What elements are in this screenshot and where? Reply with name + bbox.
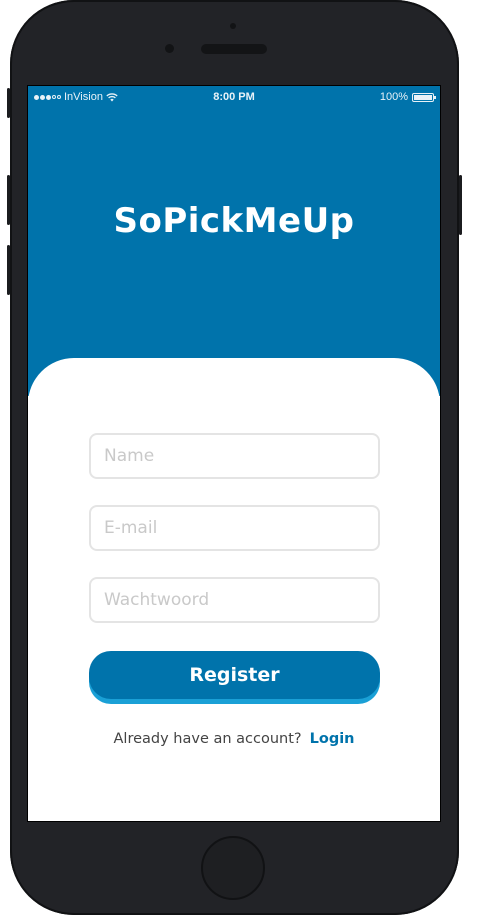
status-time: 8:00 PM bbox=[213, 91, 255, 103]
earpiece-speaker bbox=[201, 44, 267, 54]
volume-up-button bbox=[7, 175, 10, 225]
home-button[interactable] bbox=[201, 836, 265, 900]
power-button bbox=[459, 175, 462, 235]
login-prompt-row: Already have an account? Login bbox=[28, 731, 440, 747]
status-bar: InVision 8:00 PM 100% bbox=[28, 86, 440, 108]
name-input[interactable] bbox=[89, 433, 380, 479]
login-prompt-text: Already have an account? bbox=[113, 731, 302, 747]
mute-switch bbox=[7, 88, 10, 118]
password-input[interactable] bbox=[89, 577, 380, 623]
register-button[interactable]: Register bbox=[89, 651, 380, 699]
battery-percent: 100% bbox=[379, 91, 408, 103]
app-screen: InVision 8:00 PM 100% SoPickMeUp Registe… bbox=[27, 85, 441, 822]
volume-down-button bbox=[7, 245, 10, 295]
hero-header: InVision 8:00 PM 100% SoPickMeUp bbox=[28, 86, 440, 396]
email-input[interactable] bbox=[89, 505, 380, 551]
front-camera bbox=[165, 44, 174, 53]
status-right: 100% bbox=[379, 91, 436, 103]
app-title: SoPickMeUp bbox=[113, 201, 355, 241]
sensor-dot bbox=[230, 23, 236, 29]
battery-icon bbox=[412, 92, 436, 102]
login-link[interactable]: Login bbox=[310, 731, 355, 747]
